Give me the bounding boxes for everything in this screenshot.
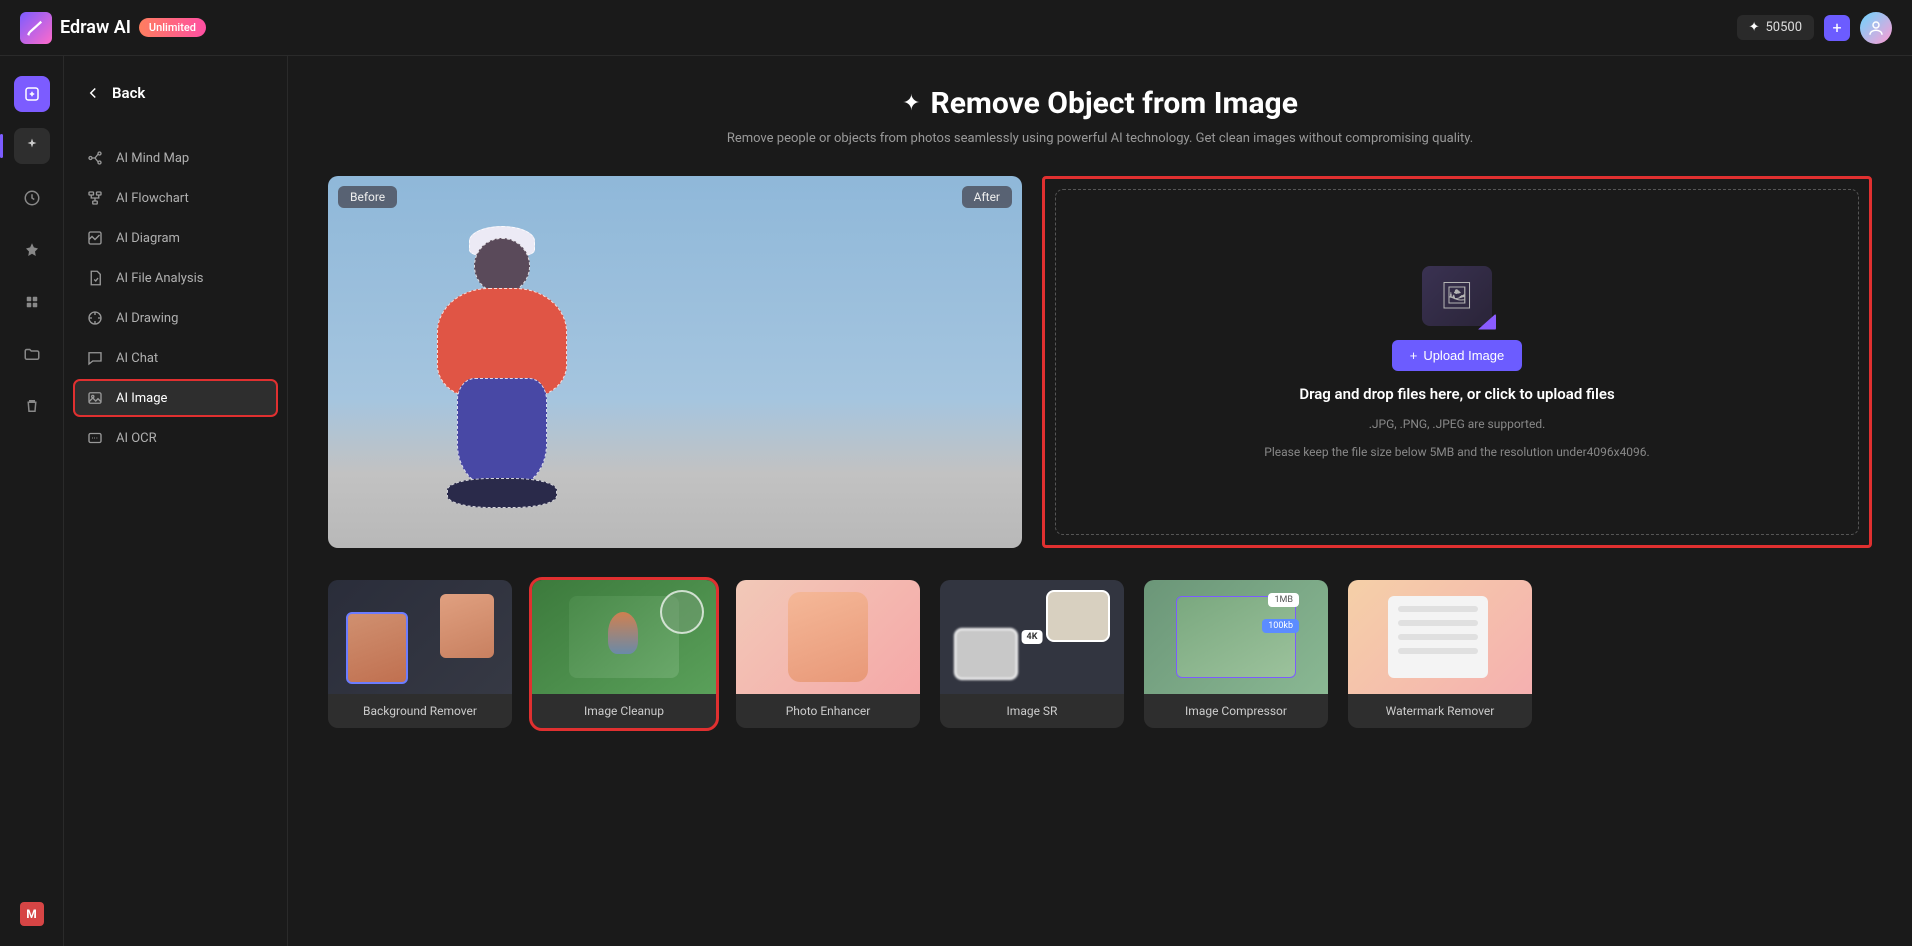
preview-before: Before — [328, 176, 675, 548]
clock-icon — [23, 189, 41, 207]
sparkle-icon: ✦ — [1749, 20, 1760, 35]
tool-label: Image Cleanup — [532, 694, 716, 728]
page-header: ✦ Remove Object from Image Remove people… — [328, 86, 1872, 146]
sidebar-item-label: AI Flowchart — [116, 191, 189, 206]
rail-files[interactable] — [14, 336, 50, 372]
topbar-right: ✦ 50500 + — [1737, 12, 1892, 44]
topbar: Edraw AI Unlimited ✦ 50500 + — [0, 0, 1912, 56]
sidebar-item-label: AI Image — [116, 391, 167, 406]
folder-icon — [23, 345, 41, 363]
sidebar-item-ocr[interactable]: AI OCR — [74, 420, 277, 456]
after-tag: After — [962, 186, 1012, 208]
rail-m-badge[interactable]: M — [20, 902, 44, 926]
sidebar-item-flowchart[interactable]: AI Flowchart — [74, 180, 277, 216]
upload-formats: .JPG, .PNG, .JPEG are supported. — [1369, 417, 1546, 431]
diagram-icon — [86, 229, 104, 247]
sidebar-item-diagram[interactable]: AI Diagram — [74, 220, 277, 256]
tool-label: Watermark Remover — [1348, 694, 1532, 728]
rail-create[interactable] — [14, 76, 50, 112]
credits-value: 50500 — [1765, 20, 1802, 35]
plus-icon: + — [1410, 348, 1418, 363]
rail-templates[interactable] — [14, 284, 50, 320]
arrow-left-icon — [84, 84, 102, 102]
sparkle-icon — [23, 137, 41, 155]
icon-rail: M — [0, 56, 64, 946]
upload-button[interactable]: + Upload Image — [1392, 340, 1523, 371]
sidebar-item-label: AI OCR — [116, 431, 157, 446]
plus-square-icon — [23, 85, 41, 103]
sidebar-item-mindmap[interactable]: AI Mind Map — [74, 140, 277, 176]
tool-thumb — [736, 580, 920, 694]
puzzle-icon — [23, 293, 41, 311]
tool-thumb — [532, 580, 716, 694]
sidebar-item-drawing[interactable]: AI Drawing — [74, 300, 277, 336]
upload-panel-highlight: + Upload Image Drag and drop files here,… — [1042, 176, 1872, 548]
page-subtitle: Remove people or objects from photos sea… — [328, 131, 1872, 146]
person-illustration — [402, 218, 602, 518]
sidebar-item-label: AI Drawing — [116, 311, 178, 326]
back-label: Back — [112, 84, 145, 102]
content: ✦ Remove Object from Image Remove people… — [288, 56, 1912, 946]
sidebar-item-label: AI Mind Map — [116, 151, 189, 166]
mindmap-icon — [86, 149, 104, 167]
sidebar: Back AI Mind Map AI Flowchart AI Diagram… — [64, 56, 288, 946]
tool-thumb — [328, 580, 512, 694]
flowchart-icon — [86, 189, 104, 207]
ocr-icon — [86, 429, 104, 447]
sidebar-item-label: AI File Analysis — [116, 271, 204, 286]
tool-background-remover[interactable]: Background Remover — [328, 580, 512, 728]
sr-4k-badge: 4K — [1022, 630, 1043, 644]
before-tag: Before — [338, 186, 397, 208]
trash-icon — [23, 397, 41, 415]
tool-label: Image SR — [940, 694, 1124, 728]
upload-headline: Drag and drop files here, or click to up… — [1299, 385, 1614, 403]
tool-thumb — [1348, 580, 1532, 694]
preview-after: After — [675, 176, 1022, 548]
page-title: Remove Object from Image — [931, 86, 1298, 121]
tool-image-sr[interactable]: 4K Image SR — [940, 580, 1124, 728]
compress-100kb-badge: 100kb — [1262, 619, 1299, 633]
back-button[interactable]: Back — [74, 76, 277, 110]
sidebar-item-file-analysis[interactable]: AI File Analysis — [74, 260, 277, 296]
tool-label: Image Compressor — [1144, 694, 1328, 728]
sidebar-item-label: AI Chat — [116, 351, 158, 366]
before-after-preview: Before After — [328, 176, 1022, 548]
add-button[interactable]: + — [1824, 15, 1850, 41]
compress-1mb-badge: 1MB — [1268, 593, 1299, 607]
tool-thumb: 4K — [940, 580, 1124, 694]
rail-favorites[interactable] — [14, 232, 50, 268]
tool-label: Background Remover — [328, 694, 512, 728]
chat-icon — [86, 349, 104, 367]
tools-row: Background Remover Image Cleanup Photo E… — [328, 580, 1872, 728]
tool-image-cleanup[interactable]: Image Cleanup — [532, 580, 716, 728]
brand-logo-icon — [20, 12, 52, 44]
upload-dropzone[interactable]: + Upload Image Drag and drop files here,… — [1055, 189, 1859, 535]
star-icon — [23, 241, 41, 259]
file-icon — [86, 269, 104, 287]
avatar[interactable] — [1860, 12, 1892, 44]
drawing-icon — [86, 309, 104, 327]
tool-thumb: 1MB 100kb — [1144, 580, 1328, 694]
rail-trash[interactable] — [14, 388, 50, 424]
sidebar-item-image[interactable]: AI Image — [74, 380, 277, 416]
sidebar-item-label: AI Diagram — [116, 231, 180, 246]
upload-image-icon — [1422, 266, 1492, 326]
rail-recent[interactable] — [14, 180, 50, 216]
credits-display[interactable]: ✦ 50500 — [1737, 15, 1814, 40]
tool-label: Photo Enhancer — [736, 694, 920, 728]
brand-name: Edraw AI — [60, 17, 131, 38]
sidebar-item-chat[interactable]: AI Chat — [74, 340, 277, 376]
tool-image-compressor[interactable]: 1MB 100kb Image Compressor — [1144, 580, 1328, 728]
brand[interactable]: Edraw AI Unlimited — [20, 12, 206, 44]
tool-watermark-remover[interactable]: Watermark Remover — [1348, 580, 1532, 728]
upload-button-label: Upload Image — [1423, 348, 1504, 363]
sparkle-icon: ✦ — [902, 91, 920, 116]
rail-ai[interactable] — [14, 128, 50, 164]
upload-limits: Please keep the file size below 5MB and … — [1264, 445, 1649, 459]
image-icon — [86, 389, 104, 407]
user-icon — [1867, 19, 1885, 37]
tool-photo-enhancer[interactable]: Photo Enhancer — [736, 580, 920, 728]
brand-badge: Unlimited — [139, 18, 206, 37]
